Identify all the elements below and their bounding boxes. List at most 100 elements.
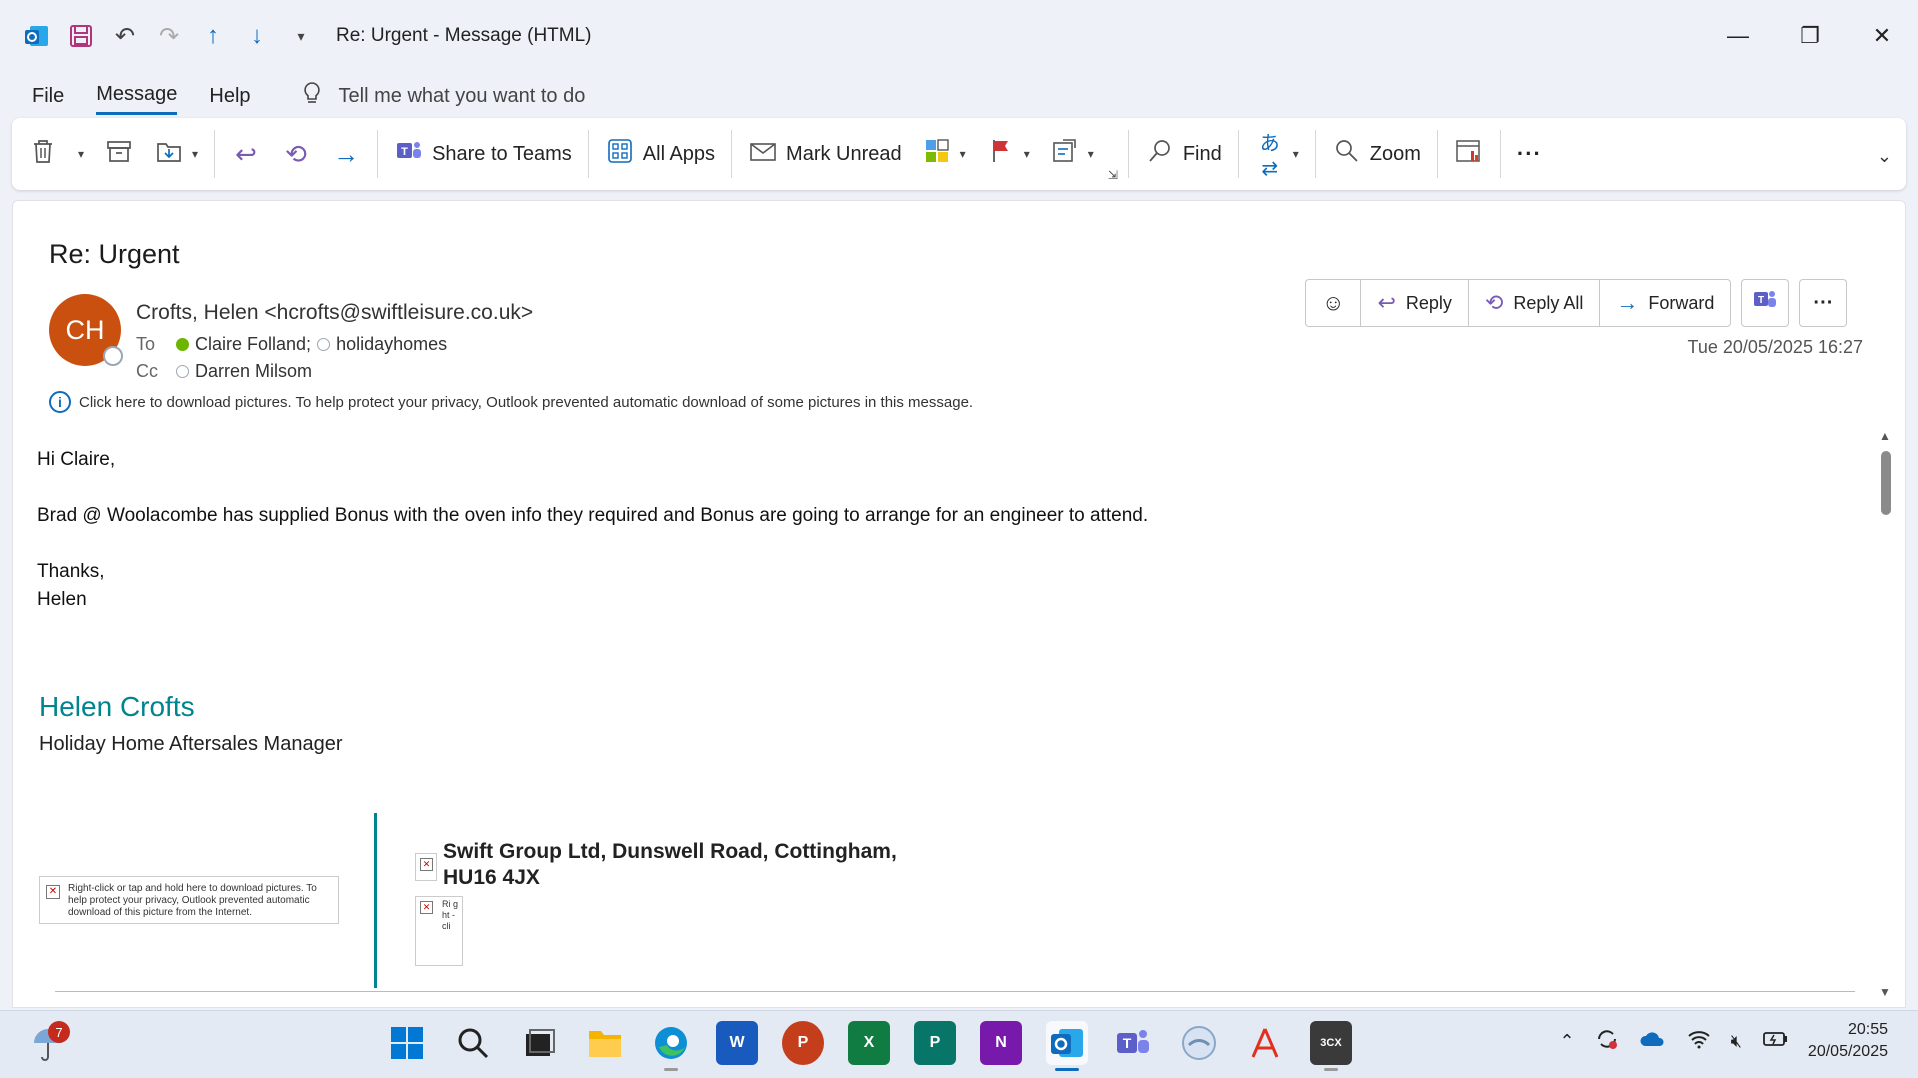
task-view-icon[interactable] [518,1021,560,1065]
chevron-down-icon[interactable]: ▾ [78,147,84,161]
running-indicator [1324,1068,1338,1071]
mark-unread-button[interactable]: Mark Unread [738,130,912,178]
weather-widget[interactable]: 7 [30,1021,70,1065]
restore-button[interactable]: ❐ [1774,0,1846,72]
wifi-icon[interactable] [1687,1029,1711,1054]
clock-time: 20:55 [1847,1021,1888,1038]
scroll-down-icon[interactable]: ▼ [1879,985,1891,999]
zoom-button[interactable]: Zoom [1322,130,1431,178]
body-thanks: Thanks, [37,561,105,582]
move-to-folder-icon [154,138,184,171]
menu-message[interactable]: Message [96,77,178,115]
volume-muted-icon[interactable]: 🔇︎ [1731,1031,1742,1052]
rules-button[interactable]: ▾ [1040,130,1104,178]
share-to-teams-button[interactable]: T Share to Teams [384,130,582,178]
all-apps-button[interactable]: All Apps [595,130,725,178]
ribbon-collapse-icon[interactable]: ⌄ [1877,146,1892,167]
word-icon[interactable]: W [716,1021,758,1065]
save-icon[interactable] [66,21,96,51]
redo-icon[interactable]: ↷ [154,21,184,51]
show-hidden-icons-icon[interactable]: ⌃ [1559,1031,1574,1052]
chevron-down-icon[interactable]: ▾ [960,147,966,161]
forward-button[interactable]: → Forward [1600,280,1730,326]
reply-all-label: Reply All [1513,292,1584,313]
all-apps-label: All Apps [642,142,716,165]
info-icon: i [49,391,71,413]
scroll-thumb[interactable] [1881,451,1891,515]
archive-button[interactable] [94,130,144,178]
reply-all-button[interactable]: ⟲ Reply All [1469,280,1601,326]
battery-icon[interactable] [1762,1030,1788,1053]
divider [55,991,1855,992]
forward-icon: → [1616,290,1639,315]
scroll-up-icon[interactable]: ▲ [1879,429,1891,443]
delete-button[interactable]: ▾ [12,130,94,178]
excel-icon[interactable]: X [848,1021,890,1065]
separator [1237,130,1239,178]
onedrive-icon[interactable] [1639,1030,1667,1053]
rules-icon [1050,138,1080,171]
edge-icon[interactable] [650,1021,692,1071]
reply-button[interactable]: ↩ Reply [1361,280,1469,326]
app-icon[interactable] [1178,1021,1220,1065]
teams-share-button[interactable]: T [1741,279,1790,327]
search-icon[interactable] [452,1021,494,1065]
find-button[interactable]: Find [1135,130,1232,178]
recipient[interactable]: Claire Folland; [195,334,311,355]
chevron-down-icon[interactable]: ▾ [1293,147,1299,161]
teams-icon[interactable]: T [1112,1021,1154,1065]
dialog-launcher-icon: ⇲ [1107,168,1118,182]
viva-insights-button[interactable] [1444,130,1494,178]
menu-file[interactable]: File [32,79,64,114]
minimize-button[interactable]: — [1702,0,1774,72]
more-actions-button[interactable]: ··· [1799,279,1848,327]
clock[interactable]: 20:55 20/05/2025 [1808,1019,1888,1063]
onenote-icon[interactable]: N [980,1021,1022,1065]
avatar[interactable]: CH [49,294,123,366]
more-options-button[interactable]: ··· [1507,130,1552,178]
cc-recipient[interactable]: Darren Milsom [195,361,312,382]
ribbon-forward-button[interactable]: → [321,130,371,178]
3cx-icon[interactable]: 3CX [1310,1021,1352,1071]
move-button[interactable]: ▾ [144,130,208,178]
follow-up-button[interactable]: ▾ [976,130,1040,178]
publisher-icon[interactable]: P [914,1021,956,1065]
close-button[interactable]: ✕ [1846,0,1918,72]
outlook-icon [22,21,52,51]
blocked-image-placeholder[interactable]: ✕ Right-click or tap and hold here to do… [39,876,339,924]
next-item-icon[interactable]: ↓ [242,21,272,51]
dialog-launcher[interactable]: ⇲ [1104,160,1122,190]
recipient[interactable]: holidayhomes [336,334,447,355]
vertical-scrollbar[interactable]: ▲ ▼ [1877,429,1895,999]
customize-qat-icon[interactable]: ▾ [286,21,316,51]
broken-image-icon: ✕ [420,858,433,871]
react-button[interactable]: ☺ [1306,280,1362,326]
acrobat-icon[interactable] [1244,1021,1286,1065]
blocked-image-placeholder[interactable]: ✕ Ri g ht - cli [415,896,463,966]
separator [587,130,589,178]
sender[interactable]: Crofts, Helen <hcrofts@swiftleisure.co.u… [136,301,533,325]
file-explorer-icon[interactable] [584,1021,626,1065]
outlook-icon[interactable] [1046,1021,1088,1071]
undo-icon[interactable]: ↶ [110,21,140,51]
mark-unread-label: Mark Unread [786,142,902,165]
chevron-down-icon[interactable]: ▾ [1088,147,1094,161]
share-to-teams-label: Share to Teams [432,142,572,165]
chevron-down-icon[interactable]: ▾ [1024,147,1030,161]
sync-icon[interactable] [1595,1027,1619,1056]
menu-help[interactable]: Help [209,79,250,114]
ribbon-reply-button[interactable]: ↩ [221,130,271,178]
tell-me-search[interactable]: Tell me what you want to do [303,81,585,111]
translate-button[interactable]: あ⇄ ▾ [1245,130,1309,180]
ribbon-reply-all-button[interactable]: ⟲ [271,130,321,178]
powerpoint-icon[interactable]: P [782,1021,824,1065]
start-button[interactable] [386,1021,428,1065]
presence-unknown-icon [317,338,331,351]
categorize-button[interactable]: ▾ [912,130,976,178]
blocked-image-placeholder[interactable]: ✕ [415,853,437,881]
download-pictures-infobar[interactable]: i Click here to download pictures. To he… [49,391,973,413]
calendar-chart-icon [1454,137,1484,172]
chevron-down-icon[interactable]: ▾ [192,147,198,161]
previous-item-icon[interactable]: ↑ [198,21,228,51]
cc-label: Cc [136,361,158,381]
